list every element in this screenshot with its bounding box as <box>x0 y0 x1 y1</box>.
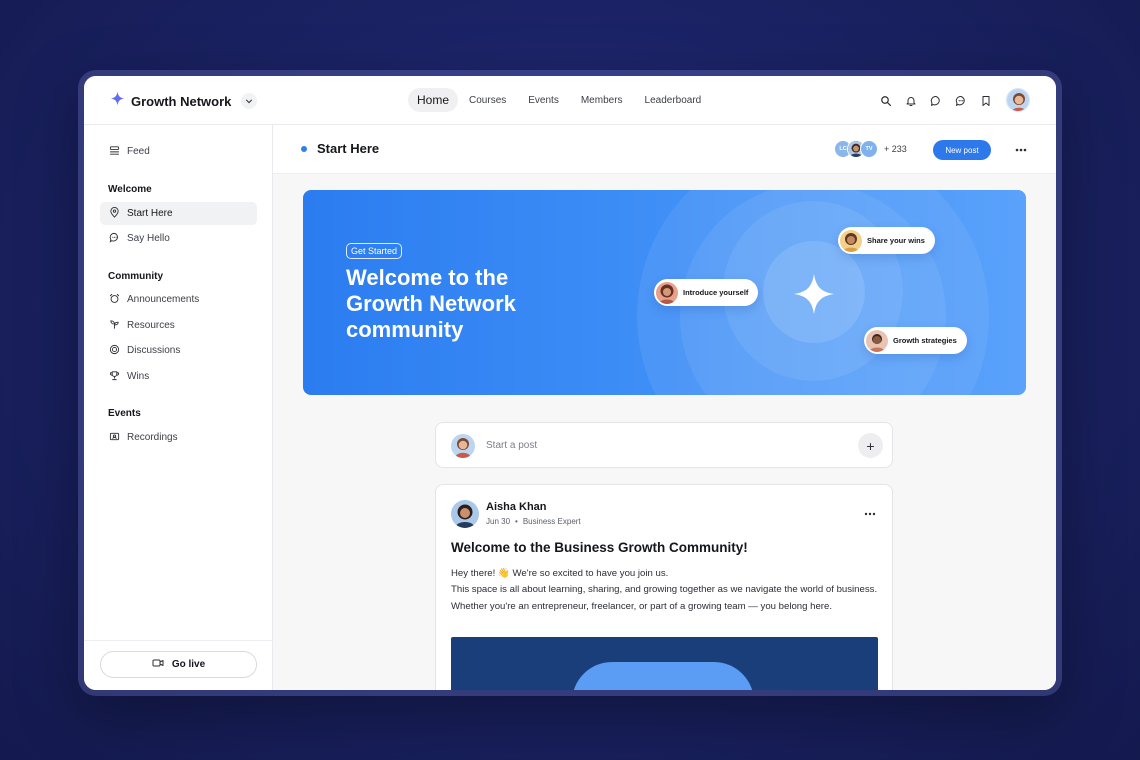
post-composer[interactable]: Start a post + <box>435 422 893 468</box>
sidebar-section-welcome: Welcome <box>108 184 152 195</box>
sidebar-item-discussions[interactable]: Discussions <box>100 339 257 362</box>
composer-avatar <box>451 434 475 458</box>
member-count: + 233 <box>884 144 907 154</box>
pill-avatar <box>656 281 678 304</box>
sidebar-section-events: Events <box>108 408 141 419</box>
top-icons <box>878 93 993 108</box>
pill-label: Introduce yourself <box>683 288 749 297</box>
post-date: Jun 30 <box>486 517 511 526</box>
sidebar-item-label: Say Hello <box>127 233 170 244</box>
sparkle-logo-icon <box>110 91 125 111</box>
speech-bubble-icon <box>109 232 120 246</box>
nav-events[interactable]: Events <box>517 89 570 112</box>
post-title: Welcome to the Business Growth Community… <box>451 540 748 555</box>
hero-title: Welcome to the Growth Network community <box>346 265 516 342</box>
trophy-icon <box>109 370 120 384</box>
app-window: Growth Network Home Courses Events Membe… <box>84 76 1056 690</box>
user-avatar[interactable] <box>1006 88 1030 112</box>
more-options-icon[interactable] <box>1013 142 1029 158</box>
nav-members[interactable]: Members <box>570 89 634 112</box>
main-content: Start Here LC TV + 233 New post Get Star… <box>273 125 1056 690</box>
main-nav: Home Courses Events Members Leaderboard <box>408 88 712 112</box>
sidebar-item-say-hello[interactable]: Say Hello <box>100 227 257 250</box>
pill-avatar <box>866 329 888 352</box>
video-camera-icon <box>152 657 164 672</box>
post-image[interactable] <box>451 637 878 690</box>
post-line: This space is all about learning, sharin… <box>451 584 878 612</box>
sidebar-item-label: Start Here <box>127 208 173 219</box>
meta-separator: • <box>515 517 518 526</box>
post-more-icon[interactable] <box>864 503 878 516</box>
sparkle-icon <box>792 272 836 321</box>
nav-courses[interactable]: Courses <box>458 89 517 112</box>
sidebar-item-label: Wins <box>127 371 150 382</box>
top-bar: Growth Network Home Courses Events Membe… <box>84 76 1056 125</box>
author-name[interactable]: Aisha Khan <box>486 501 547 513</box>
nav-leaderboard[interactable]: Leaderboard <box>634 89 713 112</box>
introduce-yourself-pill[interactable]: Introduce yourself <box>654 279 759 306</box>
get-started-tag: Get Started <box>346 243 403 259</box>
image-shape <box>572 662 754 690</box>
sidebar-item-label: Feed <box>127 146 150 157</box>
sidebar-item-start-here[interactable]: Start Here <box>100 202 257 225</box>
chat-icon[interactable] <box>928 93 943 108</box>
author-avatar[interactable] <box>451 500 479 528</box>
sidebar-divider <box>84 640 273 641</box>
bell-icon[interactable] <box>903 93 918 108</box>
growth-strategies-pill[interactable]: Growth strategies <box>864 327 967 354</box>
video-icon <box>109 431 120 445</box>
sidebar-section-community: Community <box>108 271 163 282</box>
go-live-button[interactable]: Go live <box>100 651 257 678</box>
bookmark-icon[interactable] <box>978 93 993 108</box>
sidebar-item-feed[interactable]: Feed <box>100 140 257 163</box>
chevron-down-icon[interactable] <box>241 93 258 109</box>
page-title: Start Here <box>317 141 380 156</box>
discussion-icon <box>109 344 120 358</box>
post-card: Aisha Khan Jun 30 • Business Expert Welc… <box>435 484 893 690</box>
add-post-plus-icon[interactable]: + <box>858 433 883 458</box>
post-body: Hey there! 👋 We're so excited to have yo… <box>451 566 879 615</box>
feed-icon <box>109 145 120 159</box>
post-meta: Jun 30 • Business Expert <box>486 517 581 526</box>
member-avatars[interactable]: LC TV + 233 <box>834 140 907 158</box>
sidebar-item-label: Discussions <box>127 345 181 356</box>
sidebar-item-label: Resources <box>127 320 175 331</box>
share-wins-pill[interactable]: Share your wins <box>838 227 935 254</box>
go-live-label: Go live <box>171 659 206 670</box>
brand[interactable]: Growth Network <box>110 91 258 111</box>
post-line: Hey there! 👋 We're so excited to have yo… <box>451 568 669 579</box>
messages-icon[interactable] <box>953 93 968 108</box>
member-avatar: TV <box>860 140 878 158</box>
page-title-group: Start Here <box>301 141 379 156</box>
author-role: Business Expert <box>522 517 581 526</box>
new-post-button[interactable]: New post <box>933 140 991 160</box>
search-icon[interactable] <box>878 93 893 108</box>
nav-home[interactable]: Home <box>408 88 459 112</box>
status-dot <box>301 145 307 152</box>
sidebar-item-announcements[interactable]: Announcements <box>100 288 257 311</box>
brand-name: Growth Network <box>131 93 232 109</box>
welcome-hero-banner: Get Started Welcome to the Growth Networ… <box>303 190 1026 395</box>
map-pin-icon <box>109 206 120 221</box>
sidebar-item-label: Announcements <box>127 294 200 305</box>
pill-label: Share your wins <box>867 236 925 245</box>
sidebar-item-wins[interactable]: Wins <box>100 365 257 388</box>
sidebar-item-resources[interactable]: Resources <box>100 314 257 337</box>
sidebar: Feed Welcome Start Here Say Hello Commun… <box>84 125 273 690</box>
pill-label: Growth strategies <box>893 336 957 345</box>
sidebar-item-label: Recordings <box>127 432 178 443</box>
main-header: Start Here LC TV + 233 New post <box>273 125 1056 174</box>
alarm-icon <box>109 293 120 307</box>
sidebar-item-recordings[interactable]: Recordings <box>100 426 257 449</box>
pill-avatar <box>840 229 862 252</box>
sprout-icon <box>109 319 120 333</box>
start-post-placeholder[interactable]: Start a post <box>486 440 537 451</box>
